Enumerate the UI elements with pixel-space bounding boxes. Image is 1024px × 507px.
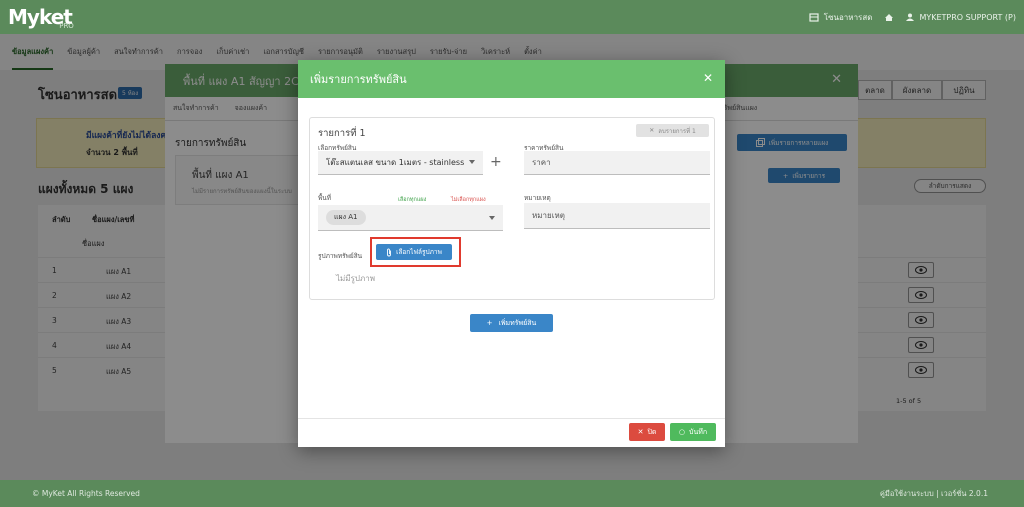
area-chip[interactable]: แผง A1	[326, 210, 366, 225]
close-button[interactable]: ✕ ปิด	[629, 423, 665, 441]
plus-icon: +	[486, 319, 493, 327]
deselect-all-link[interactable]: ไม่เลือกทุกแผง	[451, 196, 486, 204]
item-title: รายการที่ 1	[318, 128, 366, 139]
chevron-down-icon	[469, 160, 475, 164]
delete-item-button[interactable]: ✕ ลบรายการที่ 1	[636, 124, 709, 137]
user-icon	[906, 13, 915, 21]
user-name: MYKETPRO SUPPORT (P)	[919, 12, 1016, 22]
footer: © MyKet All Rights Reserved คู่มือใช้งาน…	[0, 480, 1024, 507]
note-label: หมายเหตุ	[524, 194, 551, 202]
footer-copyright: © MyKet All Rights Reserved	[32, 489, 140, 498]
circle-icon: ○	[678, 428, 685, 436]
add-asset-modal: เพิ่มรายการทรัพย์สิน ✕ รายการที่ 1 ✕ ลบร…	[298, 60, 725, 447]
add-asset-type-icon[interactable]: +	[490, 154, 502, 170]
modal-close-icon[interactable]: ✕	[703, 71, 713, 85]
home-icon[interactable]	[884, 13, 894, 22]
close-icon: ✕	[649, 127, 655, 134]
save-button[interactable]: ○ บันทึก	[670, 423, 716, 441]
store-icon	[809, 12, 819, 22]
add-asset-button[interactable]: + เพิ่มทรัพย์สิน	[470, 314, 553, 332]
market-switch[interactable]: โซนอาหารสด	[809, 11, 873, 24]
note-input[interactable]: หมายเหตุ	[524, 203, 710, 229]
market-name: โซนอาหารสด	[823, 12, 873, 22]
price-input[interactable]: ราคา	[524, 151, 710, 175]
image-label: รูปภาพทรัพย์สิน	[318, 252, 363, 260]
close-icon: ✕	[637, 428, 644, 436]
save-label: บันทึก	[689, 427, 708, 436]
delete-item-label: ลบรายการที่ 1	[658, 127, 696, 135]
app-logo[interactable]: Myket PRO	[8, 7, 74, 30]
select-all-link[interactable]: เลือกทุกแผง	[398, 196, 426, 204]
close-label: ปิด	[647, 427, 657, 436]
add-asset-label: เพิ่มทรัพย์สิน	[498, 318, 537, 327]
chevron-down-icon	[489, 216, 495, 220]
asset-select-value: โต๊ะสแตนเลส ขนาด 1เมตร - stainless	[326, 158, 465, 167]
area-select[interactable]: แผง A1	[318, 205, 503, 231]
add-asset-modal-header: เพิ่มรายการทรัพย์สิน	[298, 60, 725, 98]
top-bar: Myket PRO โซนอาหารสด MYKETPRO SUPPORT (P)	[0, 0, 1024, 34]
choose-image-label: เลือกไฟล์รูปภาพ	[396, 248, 442, 256]
area-label: พื้นที่	[318, 194, 332, 202]
footer-manual-link[interactable]: คู่มือใช้งานระบบ | เวอร์ชั่น 2.0.1	[880, 488, 988, 500]
logo-sub: PRO	[59, 22, 74, 30]
no-image-text: ไม่มีรูปภาพ	[336, 274, 375, 283]
choose-image-button[interactable]: เลือกไฟล์รูปภาพ	[376, 244, 452, 260]
asset-select[interactable]: โต๊ะสแตนเลส ขนาด 1เมตร - stainless	[318, 151, 483, 175]
paperclip-icon	[387, 248, 392, 256]
add-asset-modal-title: เพิ่มรายการทรัพย์สิน	[310, 73, 407, 86]
user-menu[interactable]: MYKETPRO SUPPORT (P)	[906, 13, 1016, 22]
